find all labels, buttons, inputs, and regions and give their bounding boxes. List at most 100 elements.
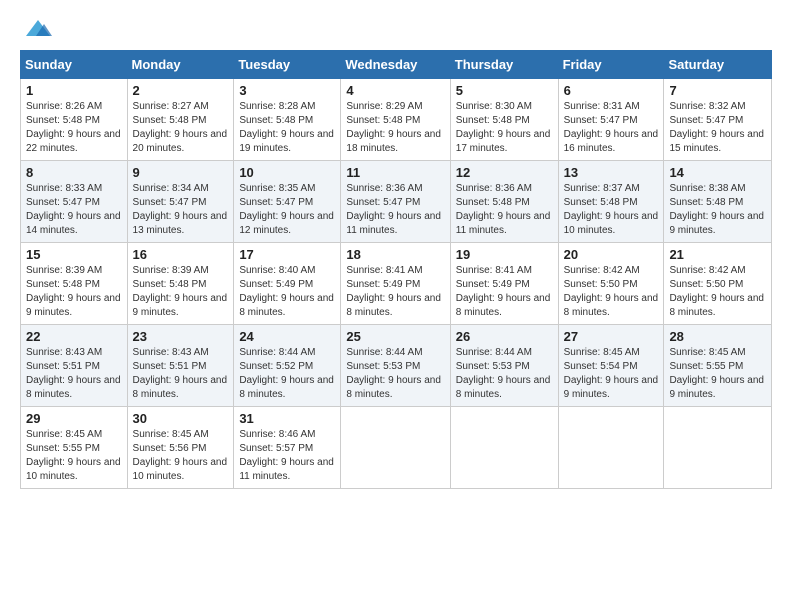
day-of-week-header: Sunday [21,51,128,79]
day-detail: Sunrise: 8:29 AMSunset: 5:48 PMDaylight:… [346,101,441,154]
day-detail: Sunrise: 8:41 AMSunset: 5:49 PMDaylight:… [456,265,551,318]
header [20,18,772,40]
day-detail: Sunrise: 8:33 AMSunset: 5:47 PMDaylight:… [26,183,121,236]
calendar-cell: 19 Sunrise: 8:41 AMSunset: 5:49 PMDaylig… [450,243,558,325]
day-detail: Sunrise: 8:44 AMSunset: 5:52 PMDaylight:… [239,347,334,400]
calendar-cell: 30 Sunrise: 8:45 AMSunset: 5:56 PMDaylig… [127,407,234,489]
day-detail: Sunrise: 8:38 AMSunset: 5:48 PMDaylight:… [669,183,764,236]
calendar-cell: 31 Sunrise: 8:46 AMSunset: 5:57 PMDaylig… [234,407,341,489]
calendar-cell: 13 Sunrise: 8:37 AMSunset: 5:48 PMDaylig… [558,161,664,243]
day-detail: Sunrise: 8:26 AMSunset: 5:48 PMDaylight:… [26,101,121,154]
day-detail: Sunrise: 8:45 AMSunset: 5:54 PMDaylight:… [564,347,659,400]
day-number: 5 [456,83,553,98]
calendar-cell: 4 Sunrise: 8:29 AMSunset: 5:48 PMDayligh… [341,79,450,161]
day-number: 16 [133,247,229,262]
calendar-cell: 3 Sunrise: 8:28 AMSunset: 5:48 PMDayligh… [234,79,341,161]
day-detail: Sunrise: 8:36 AMSunset: 5:48 PMDaylight:… [456,183,551,236]
calendar-cell: 14 Sunrise: 8:38 AMSunset: 5:48 PMDaylig… [664,161,772,243]
day-detail: Sunrise: 8:40 AMSunset: 5:49 PMDaylight:… [239,265,334,318]
day-number: 9 [133,165,229,180]
day-detail: Sunrise: 8:43 AMSunset: 5:51 PMDaylight:… [26,347,121,400]
day-detail: Sunrise: 8:30 AMSunset: 5:48 PMDaylight:… [456,101,551,154]
day-number: 14 [669,165,766,180]
day-detail: Sunrise: 8:44 AMSunset: 5:53 PMDaylight:… [456,347,551,400]
day-number: 29 [26,411,122,426]
day-number: 25 [346,329,444,344]
calendar-cell [664,407,772,489]
day-detail: Sunrise: 8:42 AMSunset: 5:50 PMDaylight:… [669,265,764,318]
day-number: 4 [346,83,444,98]
calendar-cell: 25 Sunrise: 8:44 AMSunset: 5:53 PMDaylig… [341,325,450,407]
day-of-week-header: Tuesday [234,51,341,79]
day-detail: Sunrise: 8:36 AMSunset: 5:47 PMDaylight:… [346,183,441,236]
calendar-cell: 1 Sunrise: 8:26 AMSunset: 5:48 PMDayligh… [21,79,128,161]
day-detail: Sunrise: 8:45 AMSunset: 5:56 PMDaylight:… [133,429,228,482]
calendar-cell: 17 Sunrise: 8:40 AMSunset: 5:49 PMDaylig… [234,243,341,325]
day-detail: Sunrise: 8:34 AMSunset: 5:47 PMDaylight:… [133,183,228,236]
day-detail: Sunrise: 8:37 AMSunset: 5:48 PMDaylight:… [564,183,659,236]
day-of-week-header: Monday [127,51,234,79]
day-of-week-header: Thursday [450,51,558,79]
day-detail: Sunrise: 8:46 AMSunset: 5:57 PMDaylight:… [239,429,334,482]
day-detail: Sunrise: 8:27 AMSunset: 5:48 PMDaylight:… [133,101,228,154]
calendar-cell: 21 Sunrise: 8:42 AMSunset: 5:50 PMDaylig… [664,243,772,325]
calendar-cell [341,407,450,489]
day-number: 13 [564,165,659,180]
day-detail: Sunrise: 8:43 AMSunset: 5:51 PMDaylight:… [133,347,228,400]
day-detail: Sunrise: 8:32 AMSunset: 5:47 PMDaylight:… [669,101,764,154]
calendar-cell: 29 Sunrise: 8:45 AMSunset: 5:55 PMDaylig… [21,407,128,489]
day-number: 24 [239,329,335,344]
calendar-cell: 22 Sunrise: 8:43 AMSunset: 5:51 PMDaylig… [21,325,128,407]
calendar-cell: 18 Sunrise: 8:41 AMSunset: 5:49 PMDaylig… [341,243,450,325]
day-number: 28 [669,329,766,344]
day-detail: Sunrise: 8:35 AMSunset: 5:47 PMDaylight:… [239,183,334,236]
calendar-cell: 12 Sunrise: 8:36 AMSunset: 5:48 PMDaylig… [450,161,558,243]
day-number: 30 [133,411,229,426]
day-number: 21 [669,247,766,262]
day-number: 11 [346,165,444,180]
calendar-cell: 15 Sunrise: 8:39 AMSunset: 5:48 PMDaylig… [21,243,128,325]
calendar-cell: 2 Sunrise: 8:27 AMSunset: 5:48 PMDayligh… [127,79,234,161]
calendar-cell: 9 Sunrise: 8:34 AMSunset: 5:47 PMDayligh… [127,161,234,243]
day-number: 31 [239,411,335,426]
day-of-week-header: Saturday [664,51,772,79]
calendar-cell: 5 Sunrise: 8:30 AMSunset: 5:48 PMDayligh… [450,79,558,161]
calendar-cell [558,407,664,489]
calendar-cell: 11 Sunrise: 8:36 AMSunset: 5:47 PMDaylig… [341,161,450,243]
day-detail: Sunrise: 8:39 AMSunset: 5:48 PMDaylight:… [133,265,228,318]
day-number: 18 [346,247,444,262]
day-number: 15 [26,247,122,262]
day-number: 1 [26,83,122,98]
day-number: 19 [456,247,553,262]
calendar-cell [450,407,558,489]
day-detail: Sunrise: 8:45 AMSunset: 5:55 PMDaylight:… [669,347,764,400]
calendar-cell: 24 Sunrise: 8:44 AMSunset: 5:52 PMDaylig… [234,325,341,407]
calendar-cell: 7 Sunrise: 8:32 AMSunset: 5:47 PMDayligh… [664,79,772,161]
calendar-cell: 27 Sunrise: 8:45 AMSunset: 5:54 PMDaylig… [558,325,664,407]
day-of-week-header: Friday [558,51,664,79]
day-number: 22 [26,329,122,344]
calendar-cell: 28 Sunrise: 8:45 AMSunset: 5:55 PMDaylig… [664,325,772,407]
calendar-cell: 26 Sunrise: 8:44 AMSunset: 5:53 PMDaylig… [450,325,558,407]
calendar-cell: 20 Sunrise: 8:42 AMSunset: 5:50 PMDaylig… [558,243,664,325]
day-number: 6 [564,83,659,98]
day-detail: Sunrise: 8:41 AMSunset: 5:49 PMDaylight:… [346,265,441,318]
day-number: 12 [456,165,553,180]
calendar-table: SundayMondayTuesdayWednesdayThursdayFrid… [20,50,772,489]
day-number: 27 [564,329,659,344]
calendar-cell: 6 Sunrise: 8:31 AMSunset: 5:47 PMDayligh… [558,79,664,161]
day-number: 2 [133,83,229,98]
logo [20,18,52,40]
day-number: 20 [564,247,659,262]
calendar-cell: 10 Sunrise: 8:35 AMSunset: 5:47 PMDaylig… [234,161,341,243]
logo-icon [24,18,52,40]
day-of-week-header: Wednesday [341,51,450,79]
day-detail: Sunrise: 8:39 AMSunset: 5:48 PMDaylight:… [26,265,121,318]
day-number: 23 [133,329,229,344]
day-detail: Sunrise: 8:31 AMSunset: 5:47 PMDaylight:… [564,101,659,154]
day-number: 7 [669,83,766,98]
day-detail: Sunrise: 8:42 AMSunset: 5:50 PMDaylight:… [564,265,659,318]
day-detail: Sunrise: 8:28 AMSunset: 5:48 PMDaylight:… [239,101,334,154]
calendar-cell: 16 Sunrise: 8:39 AMSunset: 5:48 PMDaylig… [127,243,234,325]
page: SundayMondayTuesdayWednesdayThursdayFrid… [0,0,792,499]
